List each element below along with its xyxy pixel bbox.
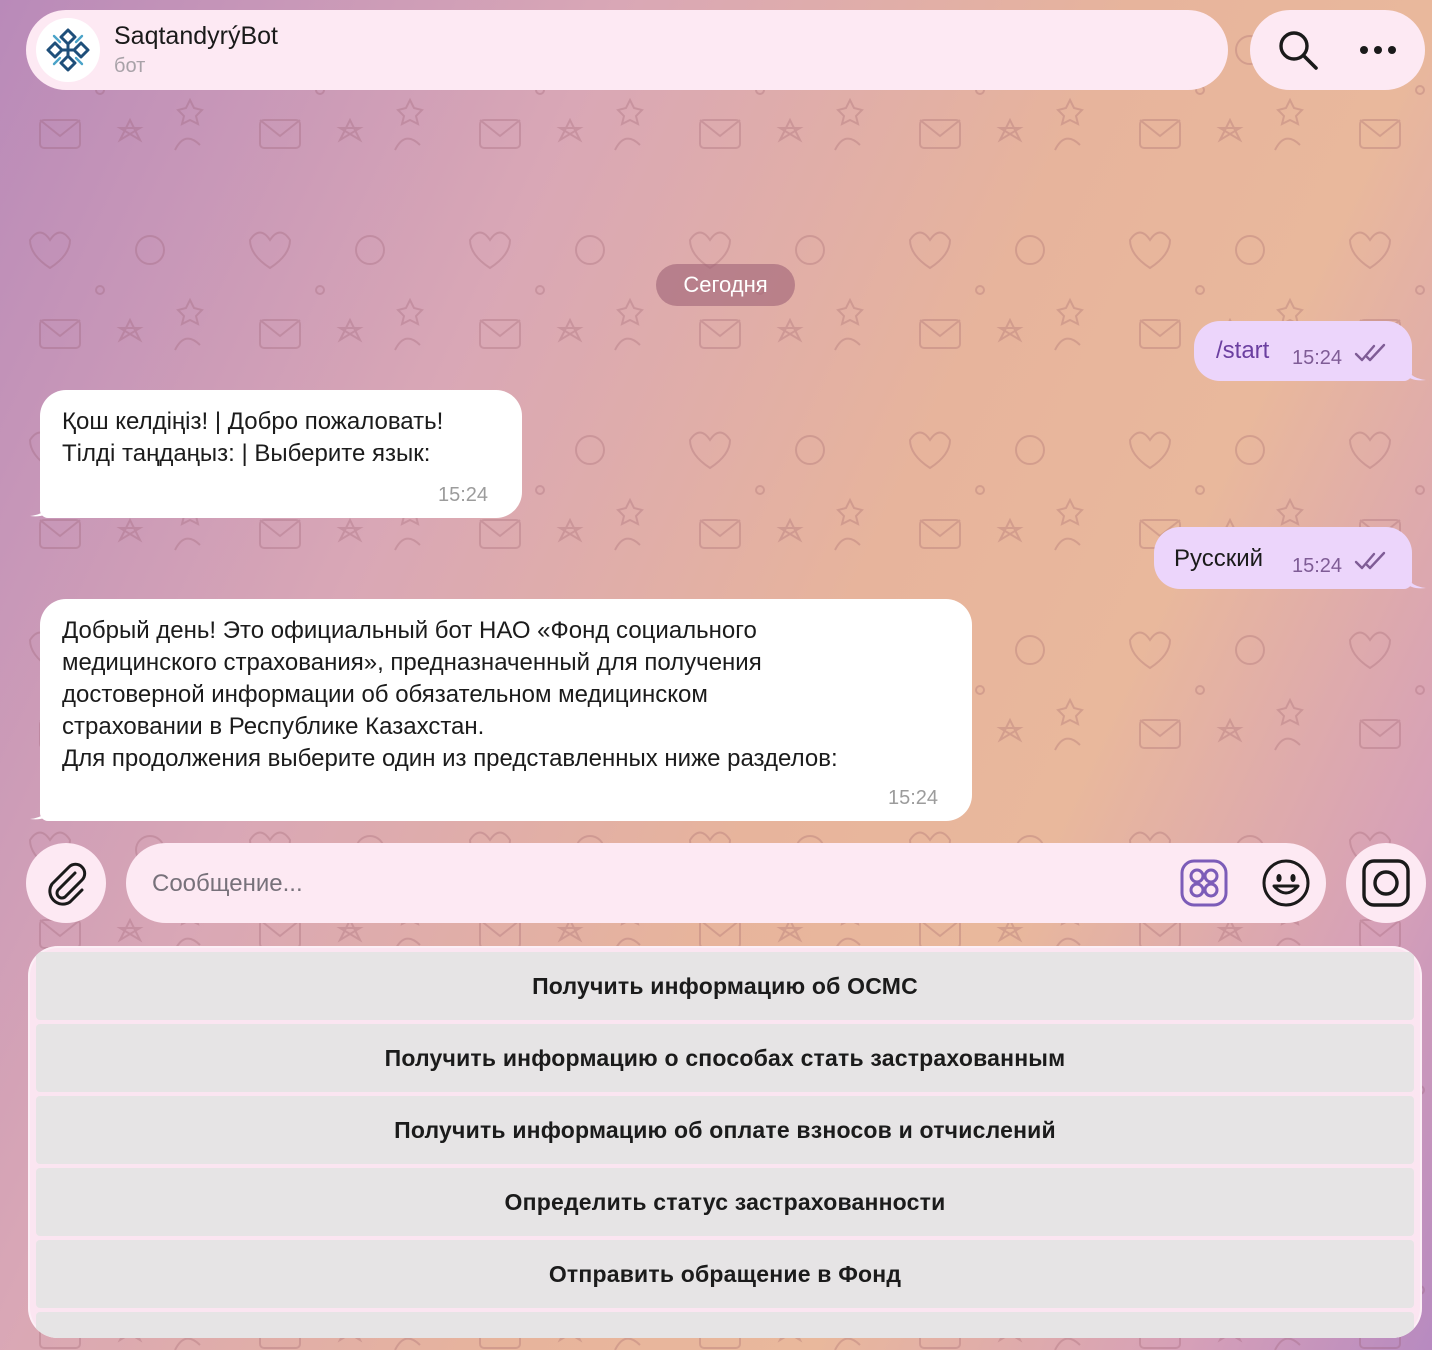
bubble-tail bbox=[30, 496, 52, 517]
message-time: 15:24 bbox=[888, 787, 939, 809]
chat-header[interactable]: SaqtandyrýBot бот bbox=[26, 10, 1228, 90]
more-dots-icon bbox=[1360, 46, 1396, 54]
bubble-tail bbox=[1404, 568, 1426, 589]
bot-reply-keyboard: Получить информацию об ОСМС Получить инф… bbox=[28, 946, 1422, 1338]
message-incoming[interactable]: Добрый день! Это официальный бот НАО «Фо… bbox=[40, 599, 972, 821]
message-outgoing[interactable]: /start 15:24 bbox=[1194, 321, 1412, 381]
more-button[interactable] bbox=[1354, 26, 1402, 74]
message-text: Русский bbox=[1174, 545, 1264, 572]
double-check-icon bbox=[1354, 551, 1386, 570]
paperclip-icon bbox=[48, 862, 87, 906]
bubble-tail bbox=[1404, 360, 1426, 381]
message-line: Қош келдіңіз! | Добро пожаловать! bbox=[62, 408, 444, 435]
bubble-tail bbox=[30, 799, 52, 820]
avatar[interactable] bbox=[36, 18, 100, 82]
camera-icon bbox=[1362, 859, 1410, 907]
message-line: страховании в Республике Казахстан. bbox=[62, 713, 485, 740]
keyboard-button-partial[interactable] bbox=[36, 1312, 1414, 1338]
keyboard-button-osms-info[interactable]: Получить информацию об ОСМС bbox=[36, 952, 1414, 1020]
keyboard-button-send-request[interactable]: Отправить обращение в Фонд bbox=[36, 1240, 1414, 1308]
emoji-icon bbox=[1262, 859, 1310, 907]
keyboard-button-insurance-ways[interactable]: Получить информацию о способах стать зас… bbox=[36, 1024, 1414, 1092]
message-composer bbox=[126, 843, 1326, 923]
keyboard-button-payments-info[interactable]: Получить информацию об оплате взносов и … bbox=[36, 1096, 1414, 1164]
message-line: медицинского страхования», предназначенн… bbox=[62, 649, 762, 676]
bot-keyboard-button[interactable] bbox=[1180, 859, 1228, 907]
chat-title: SaqtandyrýBot bbox=[114, 22, 278, 50]
emoji-button[interactable] bbox=[1260, 857, 1312, 909]
attach-button[interactable] bbox=[26, 843, 106, 923]
header-actions bbox=[1250, 10, 1425, 90]
chat-subtitle: бот bbox=[114, 55, 146, 77]
message-input[interactable] bbox=[150, 859, 1114, 909]
search-button[interactable] bbox=[1274, 26, 1322, 74]
snowflake-logo-icon bbox=[46, 28, 90, 72]
date-separator: Сегодня bbox=[656, 264, 795, 306]
message-line: достоверной информации об обязательном м… bbox=[62, 681, 708, 708]
message-time: 15:24 bbox=[1292, 555, 1343, 577]
message-outgoing[interactable]: Русский 15:24 bbox=[1154, 527, 1412, 589]
bot-keyboard-icon bbox=[1180, 859, 1228, 907]
camera-button[interactable] bbox=[1346, 843, 1426, 923]
message-text: /start bbox=[1216, 337, 1270, 364]
message-time: 15:24 bbox=[1292, 347, 1343, 369]
message-line: Добрый день! Это официальный бот НАО «Фо… bbox=[62, 617, 757, 644]
message-line: Для продолжения выберите один из предста… bbox=[62, 745, 838, 772]
search-icon bbox=[1279, 31, 1318, 70]
double-check-icon bbox=[1354, 343, 1386, 362]
keyboard-button-insurance-status[interactable]: Определить статус застрахованности bbox=[36, 1168, 1414, 1236]
message-incoming[interactable]: Қош келдіңіз! | Добро пожаловать! Тілді … bbox=[40, 390, 522, 518]
message-time: 15:24 bbox=[438, 484, 489, 506]
message-line: Тілді таңдаңыз: | Выберите язык: bbox=[62, 440, 431, 467]
